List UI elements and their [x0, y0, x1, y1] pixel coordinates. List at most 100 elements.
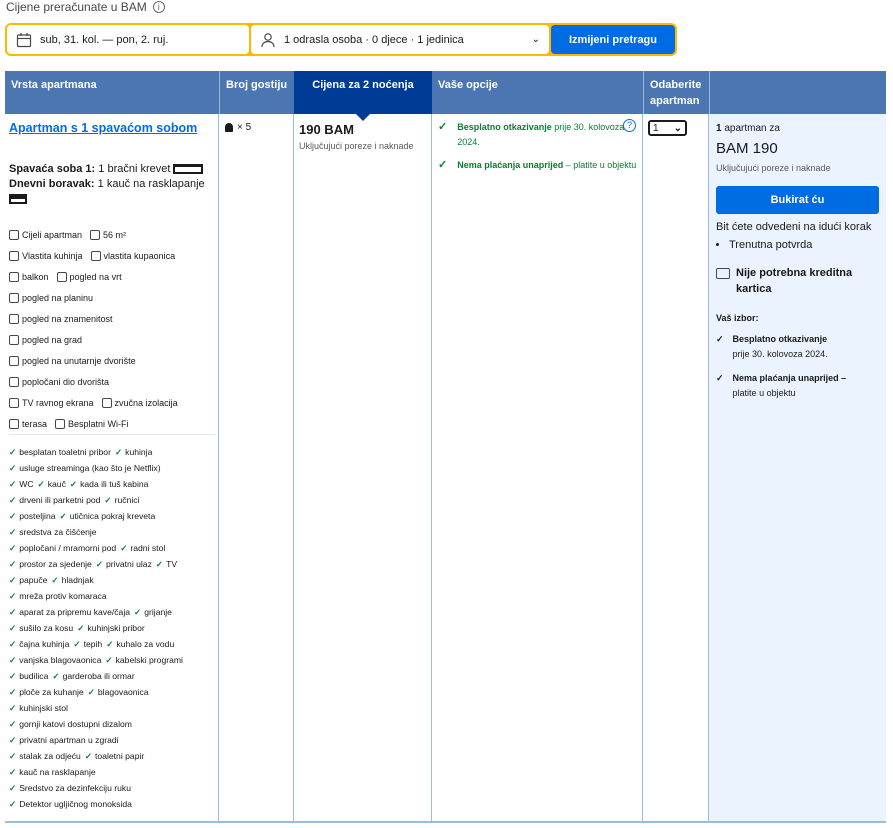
- amenity-item: ✓ radni stol: [120, 543, 165, 553]
- check-icon: ✓: [9, 623, 17, 633]
- guests-count-text: × 5: [237, 122, 252, 133]
- modify-search-button[interactable]: Izmijeni pretragu: [551, 25, 675, 54]
- header-room-type: Vrsta apartmana: [5, 71, 219, 114]
- amenity-label: privatni apartman u zgradi: [19, 735, 119, 745]
- check-icon: ✓: [716, 334, 724, 344]
- facility-icon: [90, 250, 101, 261]
- facility-label: vlastita kupaonica: [103, 250, 176, 261]
- facility-label: Besplatni Wi-Fi: [68, 418, 129, 429]
- amenity-row: ✓ mreža protiv komaraca: [9, 588, 215, 604]
- check-icon: ✓: [9, 479, 17, 489]
- option-free-cancel: ✓ Besplatno otkazivanje prije 30. kolovoz…: [438, 120, 638, 150]
- amenity-label: kauč: [47, 479, 66, 489]
- amenity-row: ✓ Detektor ugljičnog monoksida: [9, 796, 215, 812]
- check-icon: ✓: [134, 607, 142, 617]
- facility-row: pogled na unutarnje dvorište: [9, 350, 215, 371]
- amenity-item: ✓ Detektor ugljičnog monoksida: [9, 799, 132, 809]
- facility-row: Cijeli apartman 56 m²: [9, 224, 215, 245]
- amenity-label: hladnjak: [61, 575, 94, 585]
- check-icon: ✓: [59, 511, 67, 521]
- amenity-label: budilica: [19, 671, 49, 681]
- amenity-row: ✓ drveni ili parketni pod ✓ ručnici: [9, 492, 215, 508]
- amenity-item: ✓ toaletni papir: [85, 751, 144, 761]
- amenity-item: ✓ kauč: [38, 479, 66, 489]
- amenity-item: ✓ grijanje: [134, 607, 172, 617]
- option-no-prepayment-text: Nema plaćanja unaprijed – platite u obje…: [457, 158, 636, 173]
- facility-label: Vlastita kuhinja: [22, 250, 83, 261]
- amenity-item: ✓ utičnica pokraj kreveta: [60, 511, 156, 521]
- amenity-row: ✓ gornji katovi dostupni dizalom: [9, 716, 215, 732]
- amenity-row: ✓ popločani / mramorni pod ✓ radni stol: [9, 540, 215, 556]
- book-button[interactable]: Bukirat ću: [716, 186, 879, 214]
- amenity-label: kada ili tuš kabina: [80, 479, 149, 489]
- amenity-label: tepih: [83, 639, 103, 649]
- check-icon: ✓: [9, 687, 17, 697]
- amenity-item: ✓ privatni apartman u zgradi: [9, 735, 119, 745]
- check-icon: ✓: [9, 719, 17, 729]
- check-icon: ✓: [105, 655, 113, 665]
- room-title-link[interactable]: Apartman s 1 spavaćom sobom: [9, 120, 209, 136]
- amenity-row: ✓ posteljina ✓ utičnica pokraj kreveta: [9, 508, 215, 524]
- check-icon: ✓: [114, 447, 123, 457]
- amenity-label: mreža protiv komaraca: [19, 591, 107, 601]
- amenity-label: kuhalo za vodu: [116, 639, 175, 649]
- room-table: Vrsta apartmana Broj gostiju Cijena za 2…: [5, 71, 886, 823]
- amenity-row: ✓ vanjska blagovaonica ✓ kabelski programi: [9, 652, 215, 668]
- amenity-label: ploče za kuhanje: [19, 687, 84, 697]
- amenity-item: ✓ stalak za odjeću: [9, 751, 81, 761]
- check-icon: ✓: [438, 121, 448, 133]
- bedroom-value: 1 bračni krevet: [98, 163, 171, 175]
- amenity-label: Sredstvo za dezinfekciju ruku: [19, 783, 131, 793]
- divider: [9, 434, 215, 435]
- facility-item: vlastita kupaonica: [90, 250, 176, 261]
- amenity-label: grijanje: [144, 607, 172, 617]
- summary-taxes: Uključujući poreze i naknade: [716, 163, 831, 173]
- bedroom-line: Spavaća soba 1: 1 bračni krevet: [9, 162, 215, 177]
- facility-item: terasa: [9, 418, 47, 429]
- facility-row: pogled na grad: [9, 329, 215, 350]
- choice-free-cancel: ✓ Besplatno otkazivanje prije 30. kolovoza…: [716, 332, 881, 362]
- amenity-label: privatni ulaz: [106, 559, 152, 569]
- amenity-item: ✓ prostor za sjedenje: [9, 559, 92, 569]
- amenity-row: ✓ sredstva za čišćenje: [9, 524, 215, 540]
- facility-label: TV ravnog ekrana: [22, 397, 94, 408]
- info-icon[interactable]: i: [152, 1, 165, 13]
- amenity-label: papuče: [19, 575, 48, 585]
- search-bar: sub, 31. kol. — pon, 2. ruj. 1 odrasla o…: [5, 23, 677, 56]
- options-cell: ? ✓ Besplatno otkazivanje prije 30. kolov…: [432, 114, 643, 823]
- amenity-item: ✓ posteljina: [9, 511, 56, 521]
- amenity-label: WC: [19, 479, 34, 489]
- amenity-label: vanjska blagovaonica: [19, 655, 102, 665]
- check-icon: ✓: [95, 559, 104, 569]
- amenity-item: ✓ blagovaonica: [88, 687, 149, 697]
- amenity-label: utičnica pokraj kreveta: [69, 511, 156, 521]
- guests-picker[interactable]: 1 odrasla osoba · 0 djece · 1 jedinica ⌄: [251, 25, 549, 54]
- check-icon: ✓: [51, 575, 59, 585]
- amenity-label: usluge streaminga (kao što je Netflix): [19, 463, 161, 473]
- amenity-row: ✓ Sredstvo za dezinfekciju ruku: [9, 780, 215, 796]
- guests-cell: × 5: [219, 114, 294, 823]
- facility-icon: [9, 313, 19, 324]
- check-icon: ✓: [9, 495, 17, 505]
- facility-icon: [9, 334, 19, 345]
- apartment-quantity-select[interactable]: 1 ⌄: [648, 120, 687, 136]
- amenity-row: ✓ papuče ✓ hladnjak: [9, 572, 215, 588]
- amenity-row: ✓ WC ✓ kauč ✓ kada ili tuš kabina: [9, 476, 215, 492]
- amenity-label: radni stol: [130, 543, 166, 553]
- living-label: Dnevni boravak:: [9, 178, 95, 190]
- date-picker[interactable]: sub, 31. kol. — pon, 2. ruj.: [7, 25, 249, 54]
- amenity-item: ✓ kauč na rasklapanje: [9, 767, 96, 777]
- amenity-item: ✓ papuče: [9, 575, 47, 585]
- check-icon: ✓: [9, 447, 17, 457]
- facility-row: terasa Besplatni Wi-Fi: [9, 413, 215, 434]
- amenity-label: garderoba ili ormar: [62, 671, 135, 681]
- option2-bold: Nema plaćanja unaprijed: [457, 160, 564, 170]
- amenity-row: ✓ kauč na rasklapanje: [9, 764, 215, 780]
- check-icon: ✓: [9, 591, 17, 601]
- select-value: 1: [653, 122, 659, 134]
- check-icon: ✓: [9, 655, 17, 665]
- amenity-item: ✓ ručnici: [104, 495, 139, 505]
- facility-row: TV ravnog ekrana zvučna izolacija: [9, 392, 215, 413]
- facility-icon: [9, 250, 19, 261]
- currency-note: Cijene preračunate u BAM i: [6, 0, 165, 14]
